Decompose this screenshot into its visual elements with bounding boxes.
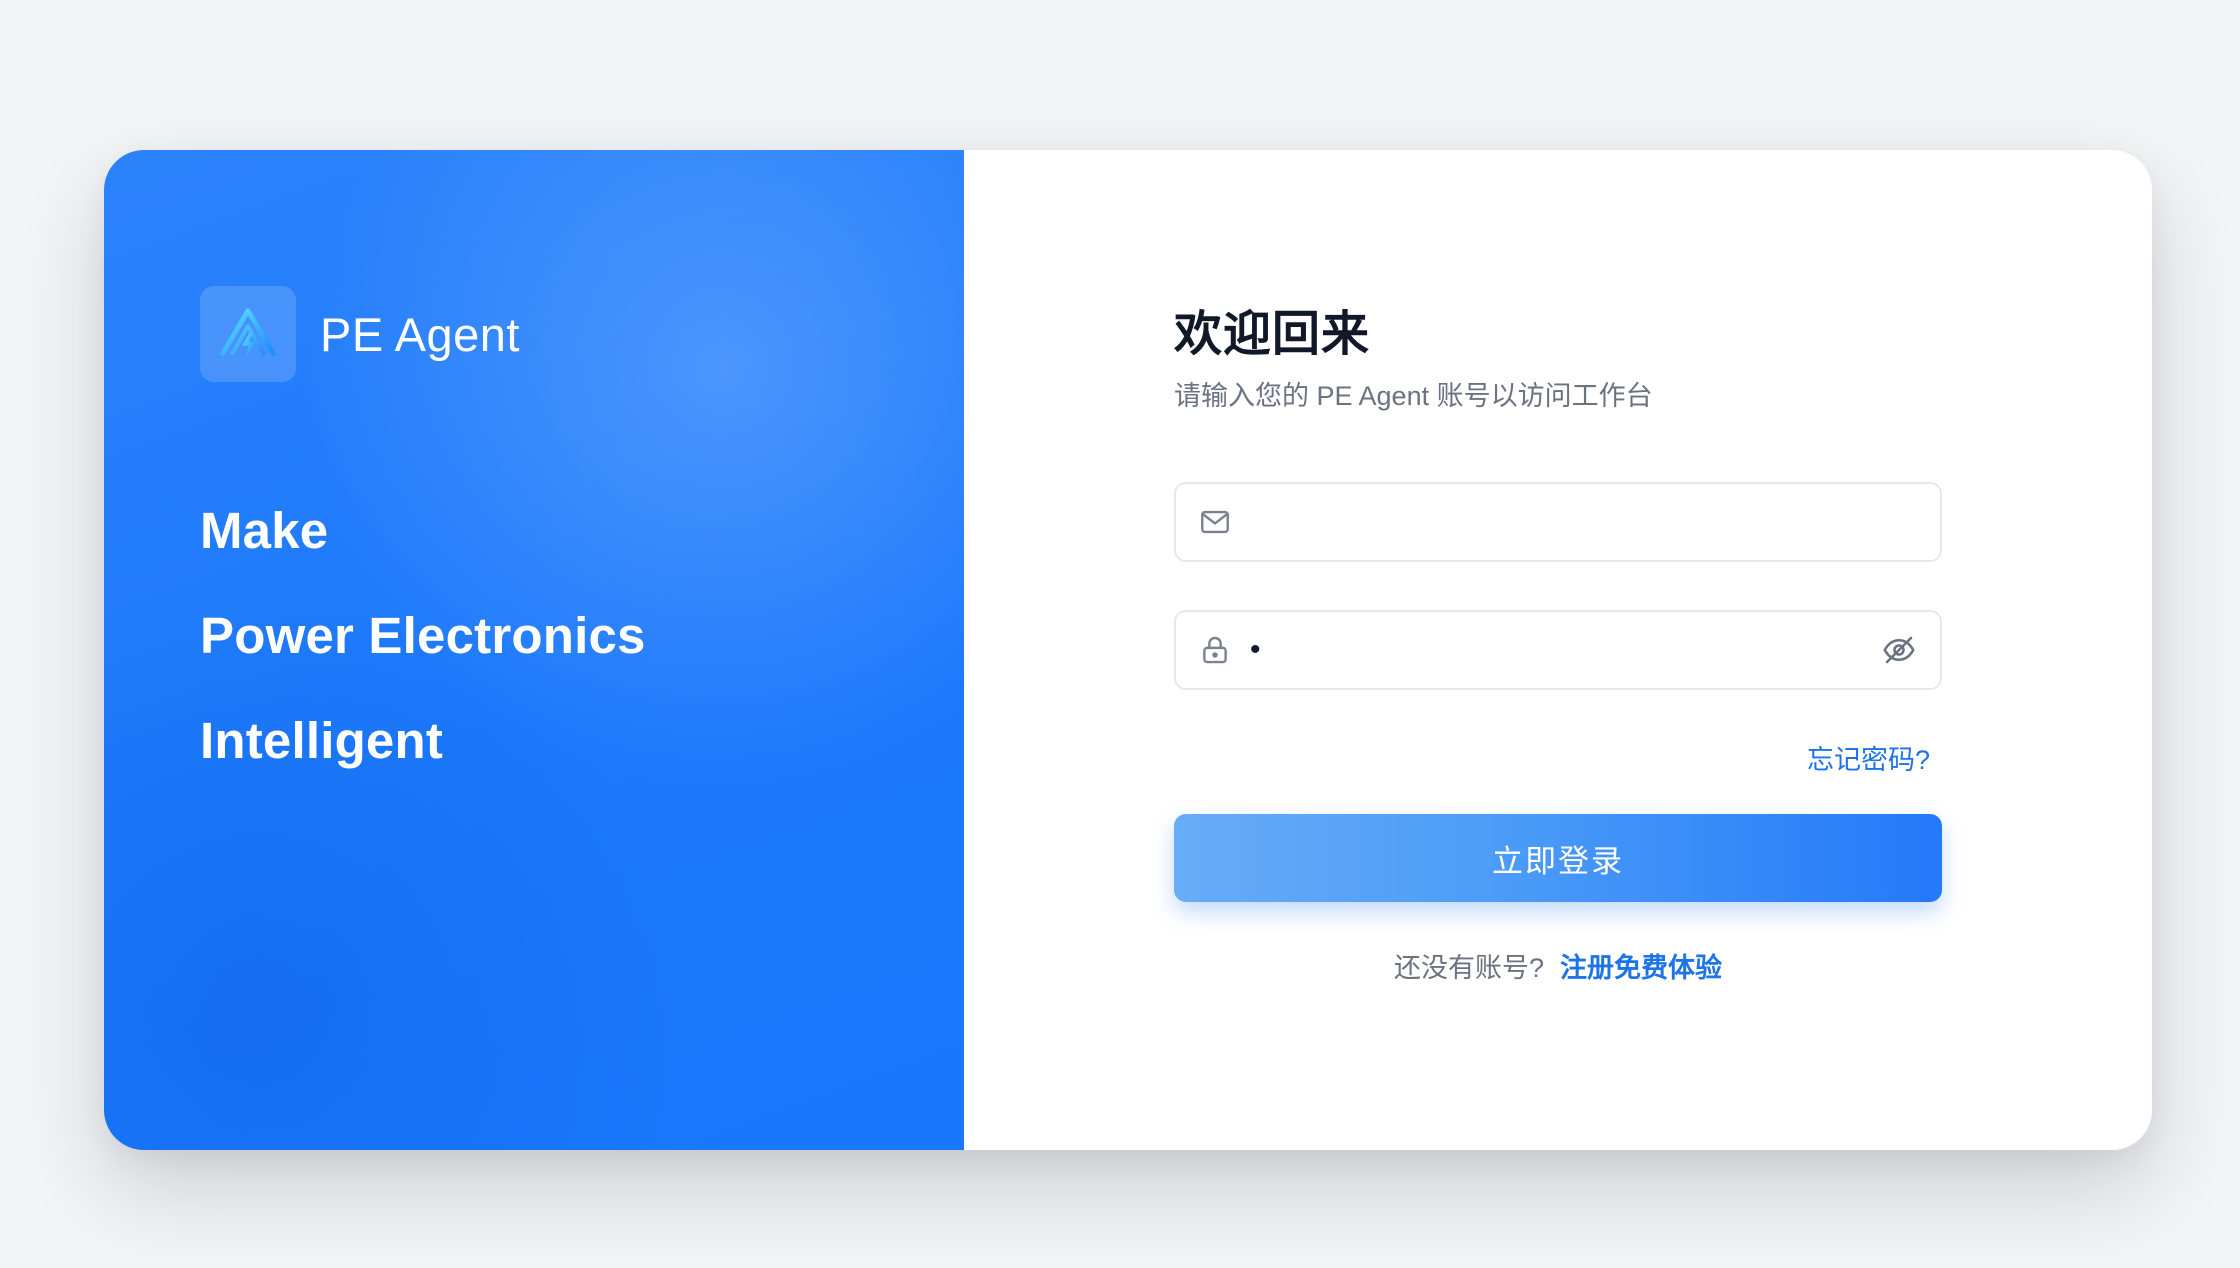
login-card: PE Agent Make Power Electronics Intellig… bbox=[104, 150, 2152, 1150]
page-title: 欢迎回来 bbox=[1174, 308, 1371, 361]
brand-header: PE Agent bbox=[200, 286, 520, 382]
email-input[interactable] bbox=[1232, 484, 1940, 560]
brand-slogan: Make Power Electronics Intelligent bbox=[200, 478, 646, 793]
eye-off-icon[interactable] bbox=[1880, 631, 1918, 669]
password-input[interactable] bbox=[1232, 612, 1880, 688]
login-form-panel: 欢迎回来 请输入您的 PE Agent 账号以访问工作台 • 忘记密码? 立即登… bbox=[964, 150, 2152, 1150]
lock-icon bbox=[1198, 633, 1232, 667]
signup-row: 还没有账号? 注册免费体验 bbox=[1174, 948, 1942, 988]
signup-link[interactable]: 注册免费体验 bbox=[1560, 953, 1722, 983]
brand-panel: PE Agent Make Power Electronics Intellig… bbox=[104, 150, 964, 1150]
email-field[interactable] bbox=[1174, 482, 1942, 562]
login-button[interactable]: 立即登录 bbox=[1174, 814, 1942, 902]
page-subtitle: 请输入您的 PE Agent 账号以访问工作台 bbox=[1174, 381, 1653, 411]
forgot-password-link[interactable]: 忘记密码? bbox=[1807, 745, 1930, 775]
brand-name: PE Agent bbox=[320, 307, 520, 361]
password-field[interactable] bbox=[1174, 610, 1942, 690]
slogan-line: Power Electronics bbox=[200, 607, 646, 664]
slogan-line: Make bbox=[200, 502, 329, 559]
signup-prompt: 还没有账号? bbox=[1393, 953, 1545, 983]
forgot-row: 忘记密码? bbox=[1174, 740, 1942, 780]
slogan-line: Intelligent bbox=[200, 712, 444, 769]
bolt-peak-logo-icon bbox=[200, 286, 296, 382]
mail-icon bbox=[1198, 505, 1232, 539]
login-form: 欢迎回来 请输入您的 PE Agent 账号以访问工作台 • 忘记密码? 立即登… bbox=[1174, 300, 1942, 988]
